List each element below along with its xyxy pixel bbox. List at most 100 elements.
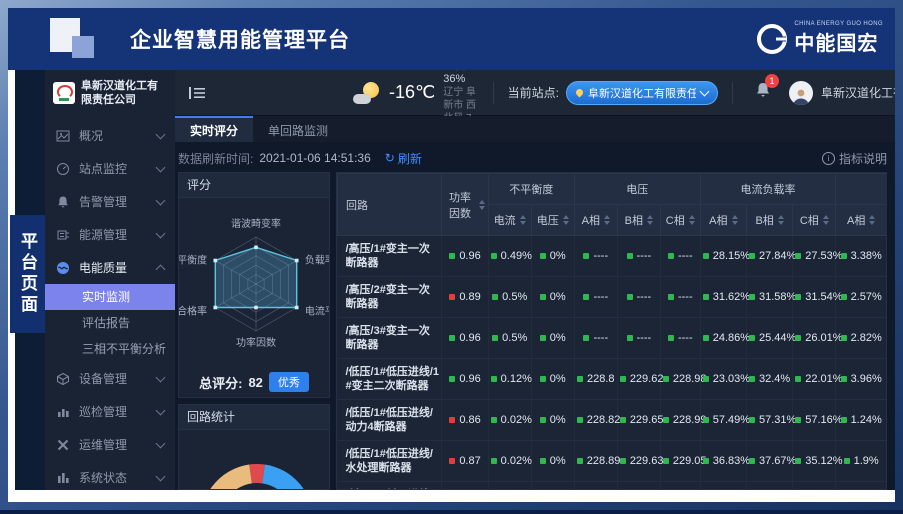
tab-single-circuit[interactable]: 单回路监测 xyxy=(253,116,343,142)
col-header[interactable]: B相 xyxy=(617,205,660,236)
col-header[interactable]: A相 xyxy=(700,205,746,236)
table-cell: 3.96% xyxy=(836,359,887,400)
tab-realtime-score[interactable]: 实时评分 xyxy=(175,116,253,142)
circuit-stats-panel: 回路统计 xyxy=(178,404,330,490)
table-cell: 0.5% xyxy=(488,277,531,318)
sidebar-item-label: 概况 xyxy=(79,127,148,144)
chevron-down-icon xyxy=(156,471,166,481)
status-dot xyxy=(703,376,709,382)
table-cell: 0% xyxy=(531,359,574,400)
table-cell: 228.99 xyxy=(660,400,700,441)
table-cell: 0% xyxy=(531,318,574,359)
table-cell: 0% xyxy=(531,400,574,441)
table-cell: 2.82% xyxy=(836,318,887,359)
circuit-name: /低压/1#低压进线/动力4断路器 xyxy=(338,400,442,441)
table-cell: 12.05% xyxy=(700,482,746,491)
table-cell: 228.98 xyxy=(660,359,700,400)
table-cell: 1.24% xyxy=(836,400,887,441)
status-dot xyxy=(703,253,709,259)
sidebar-subitem-评估报告[interactable]: 评估报告 xyxy=(45,310,175,336)
col-header[interactable]: B相 xyxy=(746,205,792,236)
total-score-value: 82 xyxy=(248,375,262,390)
table-cell: 229.65 xyxy=(617,400,660,441)
notifications-button[interactable]: 1 xyxy=(755,81,771,104)
table-row[interactable]: /高压/1#变主一次断路器0.960.49%0%------------28.1… xyxy=(338,236,887,277)
col-header[interactable]: A相 xyxy=(836,205,887,236)
temperature: -16℃ xyxy=(389,82,435,103)
table-cell: 228.82 xyxy=(574,400,617,441)
status-dot xyxy=(583,335,589,341)
sort-icon[interactable] xyxy=(563,215,569,225)
table-row[interactable]: /高压/3#变主一次断路器0.960.5%0%------------24.86… xyxy=(338,318,887,359)
sidebar-item-概况[interactable]: 概况 xyxy=(45,119,175,152)
sidebar-item-label: 运维管理 xyxy=(79,436,148,453)
table-cell: 27.53% xyxy=(793,236,836,277)
sidebar-subitem-实时监测[interactable]: 实时监测 xyxy=(45,284,175,310)
table-row[interactable]: /高压/2#变主一次断路器0.890.5%0%------------31.62… xyxy=(338,277,887,318)
col-header-circuit: 回路 xyxy=(338,174,442,236)
refresh-icon: ↻ xyxy=(385,151,395,165)
device-icon xyxy=(56,372,70,386)
col-header[interactable]: 电压 xyxy=(531,205,574,236)
status-dot xyxy=(703,335,709,341)
status-dot xyxy=(749,417,755,423)
col-header-pf[interactable]: 功率因数 xyxy=(442,174,488,236)
table-cell: 229.81 xyxy=(617,482,660,491)
status-dot xyxy=(663,417,669,423)
status-dot xyxy=(449,458,455,464)
table-row[interactable]: /低压/1#低压进线/1#变主二次断路器0.960.12%0%228.8229.… xyxy=(338,359,887,400)
table-cell: 0.02% xyxy=(488,400,531,441)
station-select[interactable]: 阜新汉道化工有限责任公司 xyxy=(566,81,718,105)
col-header[interactable]: C相 xyxy=(660,205,700,236)
col-header[interactable]: C相 xyxy=(793,205,836,236)
sidebar-item-能源管理[interactable]: 能源管理 xyxy=(45,218,175,251)
table-row[interactable]: /低压/1#低压进线/动力4断路器0.860.02%0%228.82229.65… xyxy=(338,400,887,441)
ops-icon xyxy=(56,438,70,452)
sidebar-item-站点监控[interactable]: 站点监控 xyxy=(45,152,175,185)
status-dot xyxy=(703,458,709,464)
col-header[interactable]: 电流 xyxy=(488,205,531,236)
table-row[interactable]: /低压/1#低压进线/食堂断路器10.09%0%229.03229.81229.… xyxy=(338,482,887,491)
col-header[interactable]: A相 xyxy=(574,205,617,236)
indicator-help-button[interactable]: i指标说明 xyxy=(822,150,887,167)
status-dot xyxy=(703,294,709,300)
avatar[interactable] xyxy=(789,81,813,105)
sidebar-item-告警管理[interactable]: 告警管理 xyxy=(45,185,175,218)
table-row[interactable]: /低压/1#低压进线/水处理断路器0.870.02%0%228.89229.63… xyxy=(338,441,887,482)
collapse-sidebar-icon[interactable] xyxy=(189,86,205,100)
table-cell: 35.12% xyxy=(793,441,836,482)
group-header: 电压 xyxy=(574,174,700,205)
table-cell: 0.96 xyxy=(442,318,488,359)
sidebar-item-巡检管理[interactable]: 巡检管理 xyxy=(45,395,175,428)
sort-icon[interactable] xyxy=(778,215,784,225)
sidebar-item-系统状态[interactable]: 系统状态 xyxy=(45,461,175,490)
sort-icon[interactable] xyxy=(479,200,485,210)
sidebar-item-电能质量[interactable]: 电能质量 xyxy=(45,251,175,284)
status-dot xyxy=(577,417,583,423)
circuit-table-panel: 回路功率因数不平衡度电压电流负载率电流电压A相B相C相A相B相C相A相/高压/1… xyxy=(336,172,887,490)
refresh-button[interactable]: ↻刷新 xyxy=(385,150,422,167)
table-cell: 36.83% xyxy=(700,441,746,482)
sort-icon[interactable] xyxy=(520,215,526,225)
table-cell: 57.16% xyxy=(793,400,836,441)
sort-icon[interactable] xyxy=(869,215,875,225)
sort-icon[interactable] xyxy=(689,215,695,225)
sidebar-item-label: 设备管理 xyxy=(79,370,148,387)
table-cell: 32.4% xyxy=(746,359,792,400)
sort-icon[interactable] xyxy=(823,215,829,225)
sort-icon[interactable] xyxy=(647,215,653,225)
svg-text:不平衡度: 不平衡度 xyxy=(179,254,207,267)
sort-icon[interactable] xyxy=(732,215,738,225)
status-dot xyxy=(795,458,801,464)
sidebar-item-设备管理[interactable]: 设备管理 xyxy=(45,362,175,395)
sidebar-subitem-三相不平衡分析[interactable]: 三相不平衡分析 xyxy=(45,336,175,362)
divider xyxy=(732,82,733,104)
svg-text:功率因数: 功率因数 xyxy=(236,336,276,349)
brand-cn-text: 中能国宏 xyxy=(794,27,878,56)
topbar: -16℃ 多云 湿度36% 辽宁 阜新市 西北风 7级 当前站点: 阜新汉道化工… xyxy=(175,70,895,116)
status-dot xyxy=(795,294,801,300)
sidebar-item-运维管理[interactable]: 运维管理 xyxy=(45,428,175,461)
sort-icon[interactable] xyxy=(604,215,610,225)
table-cell: 24.86% xyxy=(700,318,746,359)
page-title: 企业智慧用能管理平台 xyxy=(130,24,350,54)
